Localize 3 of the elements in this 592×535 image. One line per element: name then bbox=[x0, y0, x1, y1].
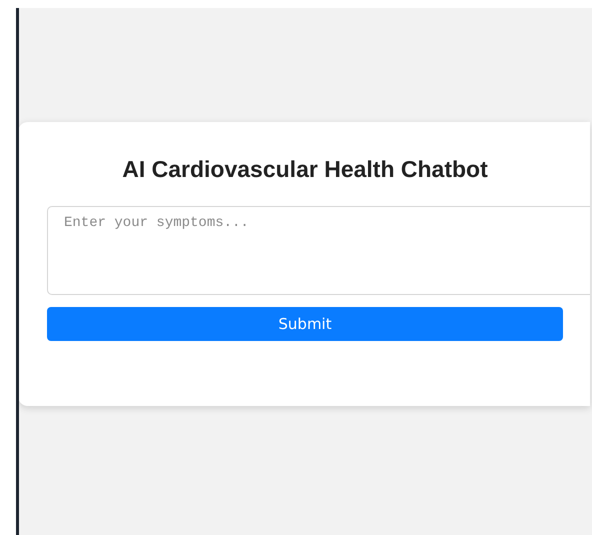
chatbot-title: AI Cardiovascular Health Chatbot bbox=[121, 156, 489, 182]
symptoms-field[interactable]: Enter your symptoms... bbox=[47, 206, 590, 295]
submit-button[interactable]: Submit bbox=[47, 307, 563, 341]
